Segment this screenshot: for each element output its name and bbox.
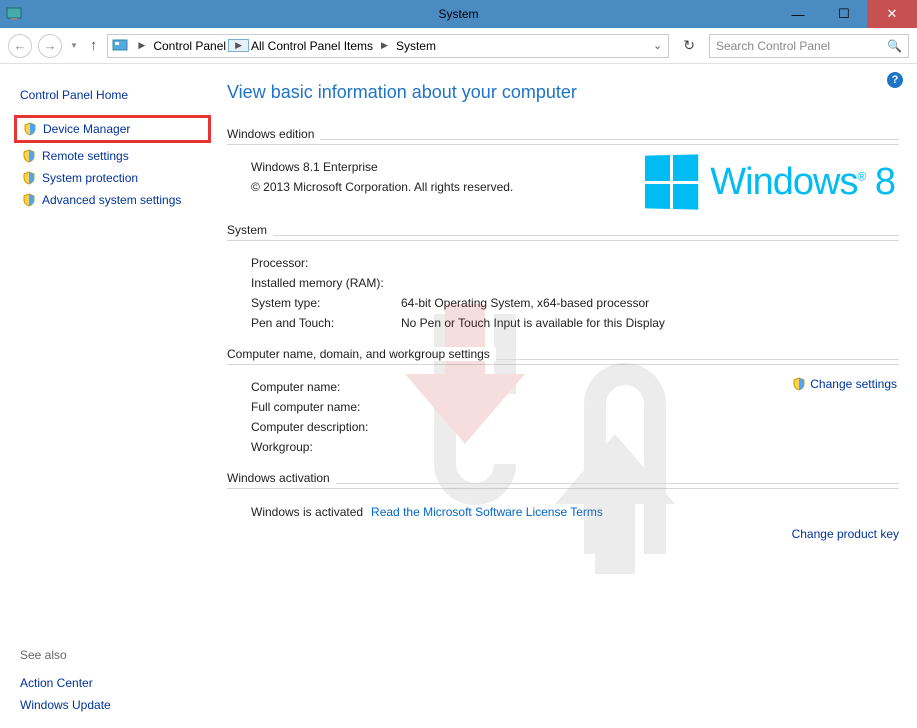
sidebar-item-remote-settings[interactable]: Remote settings <box>20 145 205 167</box>
search-icon: 🔍 <box>887 39 902 53</box>
breadcrumb-dropdown[interactable]: ⌄ <box>647 39 668 52</box>
see-also-windows-update[interactable]: Windows Update <box>20 694 205 716</box>
forward-button[interactable]: → <box>38 34 62 58</box>
value-workgroup <box>401 440 792 454</box>
back-button[interactable]: ← <box>8 34 32 58</box>
sidebar: Control Panel Home Device Manager Remote… <box>0 64 215 728</box>
shield-icon <box>23 122 37 136</box>
titlebar: System — ☐ ✕ <box>0 0 917 28</box>
chevron-right-icon: ▶ <box>228 39 249 52</box>
edition-product: Windows 8.1 Enterprise <box>251 160 378 174</box>
label-description: Computer description: <box>251 420 401 434</box>
navbar: ← → ▼ ↑ ▶ Control Panel ▶ All Control Pa… <box>0 28 917 64</box>
label-full-name: Full computer name: <box>251 400 401 414</box>
sidebar-item-advanced-settings[interactable]: Advanced system settings <box>20 189 205 211</box>
search-input[interactable]: Search Control Panel 🔍 <box>709 34 909 58</box>
license-terms-link[interactable]: Read the Microsoft Software License Term… <box>371 505 603 519</box>
legend-edition: Windows edition <box>227 127 320 141</box>
value-full-name <box>401 400 792 414</box>
section-windows-edition: Windows edition Windows 8.1 Enterprise ©… <box>227 121 899 209</box>
legend-system: System <box>227 223 273 237</box>
section-activation: Windows activation Windows is activated … <box>227 465 899 541</box>
close-button[interactable]: ✕ <box>867 0 917 28</box>
sidebar-item-system-protection[interactable]: System protection <box>20 167 205 189</box>
up-button[interactable]: ↑ <box>86 37 102 54</box>
see-also-action-center[interactable]: Action Center <box>20 672 205 694</box>
shield-icon <box>22 149 36 163</box>
sidebar-item-label: Advanced system settings <box>42 193 181 207</box>
value-system-type: 64-bit Operating System, x64-based proce… <box>401 296 899 310</box>
activation-status: Windows is activated <box>251 505 363 519</box>
page-title: View basic information about your comput… <box>227 82 899 103</box>
breadcrumb-item[interactable]: All Control Panel Items <box>249 39 375 53</box>
shield-icon <box>22 193 36 207</box>
content: View basic information about your comput… <box>215 64 917 728</box>
chevron-right-icon: ▶ <box>132 40 151 51</box>
sidebar-heading[interactable]: Control Panel Home <box>20 88 205 102</box>
section-system: System Processor: Installed memory (RAM)… <box>227 217 899 333</box>
value-ram <box>401 276 899 290</box>
label-computer-name: Computer name: <box>251 380 401 394</box>
label-system-type: System type: <box>251 296 401 310</box>
legend-activation: Windows activation <box>227 471 336 485</box>
breadcrumb-item[interactable]: System <box>394 39 438 53</box>
value-processor <box>401 256 899 270</box>
search-placeholder: Search Control Panel <box>716 39 830 53</box>
value-description <box>401 420 792 434</box>
windows-logo-icon <box>645 154 698 209</box>
change-settings-link[interactable]: Change settings <box>792 377 897 391</box>
label-ram: Installed memory (RAM): <box>251 276 401 290</box>
see-also-heading: See also <box>20 648 205 662</box>
value-computer-name <box>401 380 792 394</box>
chevron-right-icon: ▶ <box>375 40 394 51</box>
shield-icon <box>22 171 36 185</box>
sidebar-item-label: System protection <box>42 171 138 185</box>
minimize-button[interactable]: — <box>775 0 821 28</box>
control-panel-icon <box>112 38 128 54</box>
history-dropdown[interactable]: ▼ <box>68 41 80 50</box>
value-pen-touch: No Pen or Touch Input is available for t… <box>401 316 899 330</box>
shield-icon <box>792 377 806 391</box>
maximize-button[interactable]: ☐ <box>821 0 867 28</box>
legend-computer: Computer name, domain, and workgroup set… <box>227 347 496 361</box>
breadcrumb-item[interactable]: Control Panel <box>151 39 228 53</box>
sidebar-item-label: Device Manager <box>43 122 130 136</box>
label-processor: Processor: <box>251 256 401 270</box>
label-workgroup: Workgroup: <box>251 440 401 454</box>
windows-logo: Windows® 8 <box>644 155 895 209</box>
refresh-button[interactable]: ↻ <box>675 37 703 54</box>
sidebar-item-device-manager[interactable]: Device Manager <box>14 115 211 143</box>
change-product-key-link[interactable]: Change product key <box>227 527 899 541</box>
section-computer-name: Computer name, domain, and workgroup set… <box>227 341 899 457</box>
system-icon <box>6 6 22 22</box>
breadcrumb[interactable]: ▶ Control Panel ▶ All Control Panel Item… <box>107 34 669 58</box>
label-pen-touch: Pen and Touch: <box>251 316 401 330</box>
edition-copyright: © 2013 Microsoft Corporation. All rights… <box>251 180 513 194</box>
sidebar-item-label: Remote settings <box>42 149 129 163</box>
